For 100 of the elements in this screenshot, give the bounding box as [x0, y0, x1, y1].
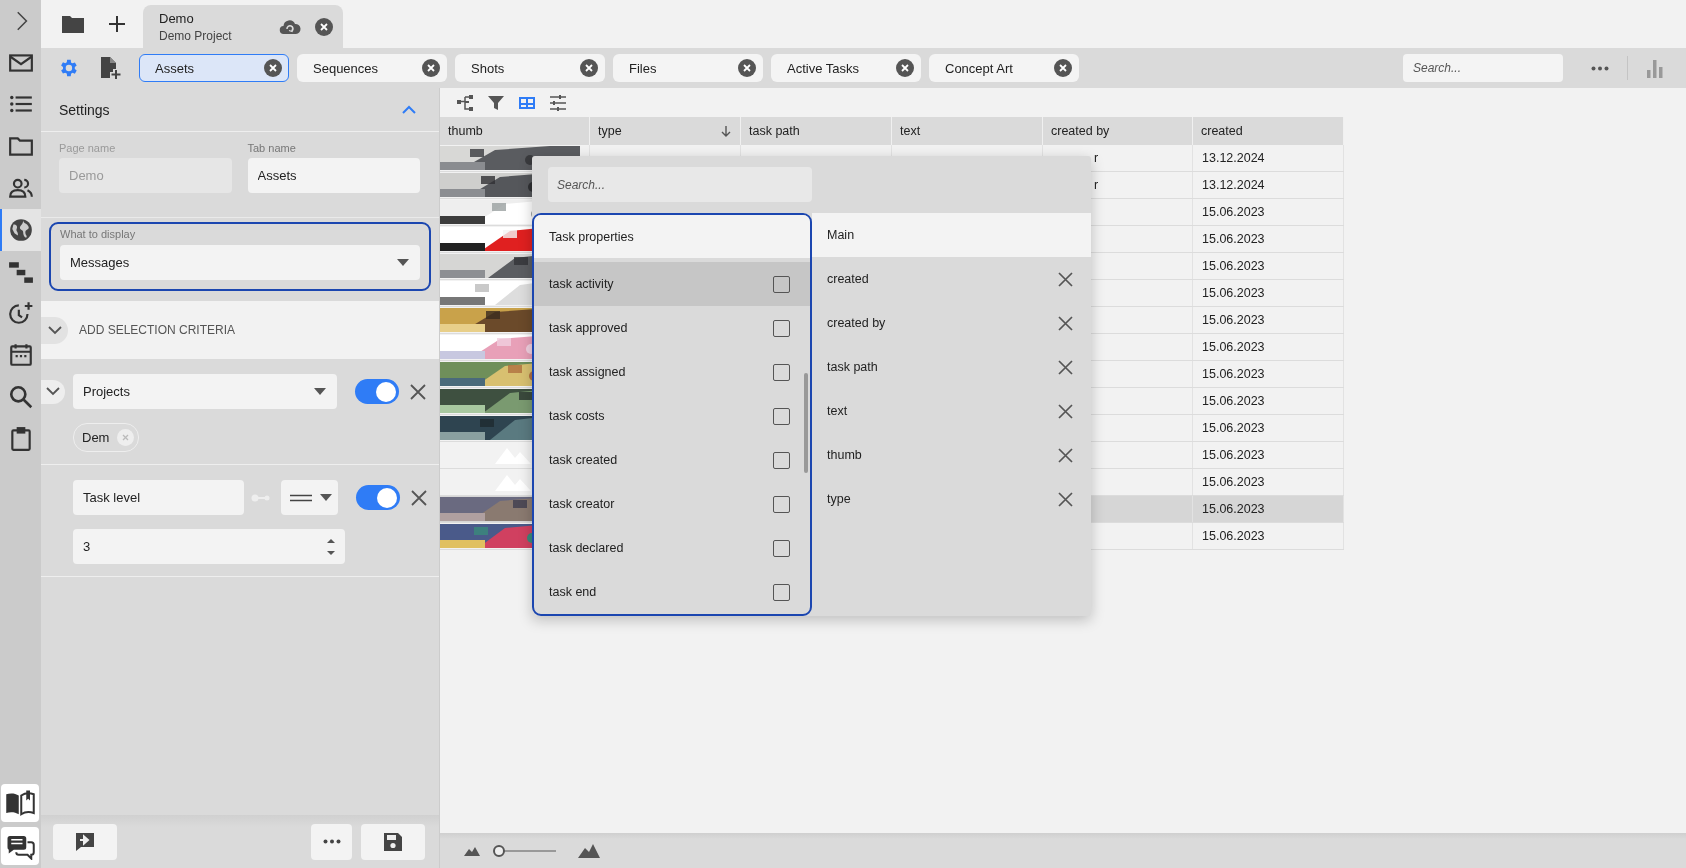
- page-tab[interactable]: Active Tasks: [771, 54, 921, 82]
- remove-icon[interactable]: [1058, 403, 1073, 419]
- page-tab[interactable]: Sequences: [297, 54, 447, 82]
- close-icon[interactable]: [422, 59, 440, 77]
- page-tab[interactable]: Shots: [455, 54, 605, 82]
- book-icon[interactable]: [1, 784, 39, 822]
- display-select[interactable]: Messages: [60, 245, 420, 280]
- selected-column-item[interactable]: text: [812, 389, 1091, 433]
- close-icon[interactable]: [315, 17, 333, 36]
- remove-icon[interactable]: [1058, 315, 1073, 331]
- globe-icon[interactable]: [0, 209, 41, 251]
- property-item[interactable]: task declared: [534, 526, 810, 570]
- more-icon: [322, 839, 341, 844]
- column-header[interactable]: type: [590, 117, 741, 145]
- checkbox[interactable]: [773, 319, 790, 337]
- chat-icon[interactable]: [1, 827, 39, 865]
- checkbox[interactable]: [773, 583, 790, 601]
- property-item[interactable]: task creator: [534, 482, 810, 526]
- expand-icon[interactable]: [41, 316, 68, 344]
- close-icon[interactable]: [580, 59, 598, 77]
- expand-icon[interactable]: [41, 379, 65, 404]
- field-label: Page name: [59, 142, 117, 154]
- table-cell: 15.06.2023: [1202, 232, 1265, 246]
- selected-column-item[interactable]: created by: [812, 301, 1091, 345]
- property-item[interactable]: task end: [534, 570, 810, 614]
- image-placeholder-icon: [495, 473, 531, 491]
- text-field[interactable]: Assets: [247, 158, 420, 193]
- caret-icon: [397, 259, 409, 266]
- sort-down-icon[interactable]: [720, 125, 732, 137]
- spinner-icon[interactable]: [326, 536, 336, 557]
- equals-icon: [290, 493, 312, 502]
- column-header[interactable]: task path: [741, 117, 892, 145]
- table-cell: 15.06.2023: [1202, 340, 1265, 354]
- table-cell: 15.06.2023: [1202, 475, 1265, 489]
- close-icon[interactable]: [411, 489, 427, 506]
- save-icon: [383, 831, 403, 852]
- field-label: Tab name: [247, 142, 297, 154]
- checkbox[interactable]: [773, 363, 790, 381]
- group-header: Task properties: [534, 215, 810, 258]
- criteria-select[interactable]: Projects: [73, 374, 337, 409]
- project-subtitle: Demo Project: [159, 28, 233, 43]
- search-field[interactable]: Search...: [1403, 54, 1563, 82]
- search-field[interactable]: Search...: [548, 167, 812, 202]
- remove-icon[interactable]: [1058, 271, 1073, 287]
- checkbox[interactable]: [773, 451, 790, 469]
- page-tab[interactable]: Files: [613, 54, 763, 82]
- tree-icon[interactable]: [456, 93, 474, 112]
- property-item[interactable]: task approved: [534, 306, 810, 350]
- project-tab[interactable]: Demo Demo Project: [143, 5, 343, 48]
- save-button[interactable]: [361, 823, 425, 860]
- project-title: Demo: [159, 10, 195, 26]
- caret-icon: [314, 388, 326, 395]
- slider-thumb[interactable]: [493, 844, 506, 857]
- number-field[interactable]: 3: [73, 529, 345, 564]
- property-item[interactable]: task created: [534, 438, 810, 482]
- table-cell: 15.06.2023: [1202, 421, 1265, 435]
- remove-icon[interactable]: [1058, 491, 1073, 507]
- table-cell: 15.06.2023: [1202, 448, 1265, 462]
- filter-chip[interactable]: Dem: [73, 423, 140, 452]
- close-icon[interactable]: [1054, 59, 1072, 77]
- add-criteria-link[interactable]: ADD SELECTION CRITERIA: [79, 323, 236, 337]
- field-label: What to display: [60, 228, 137, 240]
- toggle-switch[interactable]: [356, 485, 400, 510]
- selected-column-item[interactable]: thumb: [812, 433, 1091, 477]
- operator-select[interactable]: [281, 480, 338, 515]
- close-icon[interactable]: [264, 59, 282, 77]
- property-item[interactable]: task assigned: [534, 350, 810, 394]
- column-header[interactable]: created by: [1043, 117, 1193, 145]
- page-tab[interactable]: Concept Art: [929, 54, 1079, 82]
- checkbox[interactable]: [773, 539, 790, 557]
- page-tab[interactable]: Assets: [139, 54, 289, 82]
- property-item[interactable]: task costs: [534, 394, 810, 438]
- checkbox[interactable]: [773, 275, 790, 293]
- criteria-field[interactable]: Task level: [73, 480, 244, 515]
- close-icon[interactable]: [410, 383, 426, 400]
- toggle-switch[interactable]: [355, 379, 399, 404]
- column-header[interactable]: text: [892, 117, 1043, 145]
- selected-column-item[interactable]: created: [812, 257, 1091, 301]
- filter-icon[interactable]: [487, 93, 505, 112]
- close-icon[interactable]: [738, 59, 756, 77]
- large-mountain-icon: [578, 843, 600, 858]
- checkbox[interactable]: [773, 495, 790, 513]
- property-item[interactable]: task activity: [534, 262, 810, 306]
- send-message-button[interactable]: [53, 823, 117, 860]
- cloud-sync-icon[interactable]: [279, 18, 301, 35]
- caret-icon: [320, 494, 332, 501]
- column-header[interactable]: created: [1193, 117, 1344, 145]
- collapse-icon[interactable]: [401, 104, 417, 115]
- group-header: Main: [812, 213, 1091, 257]
- column-header[interactable]: thumb: [440, 117, 590, 145]
- table-cell: 15.06.2023: [1202, 259, 1265, 273]
- send-message-icon: [74, 830, 96, 853]
- remove-icon[interactable]: [1058, 359, 1073, 375]
- selected-column-item[interactable]: type: [812, 477, 1091, 521]
- checkbox[interactable]: [773, 407, 790, 425]
- sliders-icon[interactable]: [549, 93, 567, 112]
- close-icon[interactable]: [896, 59, 914, 77]
- scrollbar[interactable]: [804, 373, 808, 473]
- selected-column-item[interactable]: task path: [812, 345, 1091, 389]
- remove-icon[interactable]: [1058, 447, 1073, 463]
